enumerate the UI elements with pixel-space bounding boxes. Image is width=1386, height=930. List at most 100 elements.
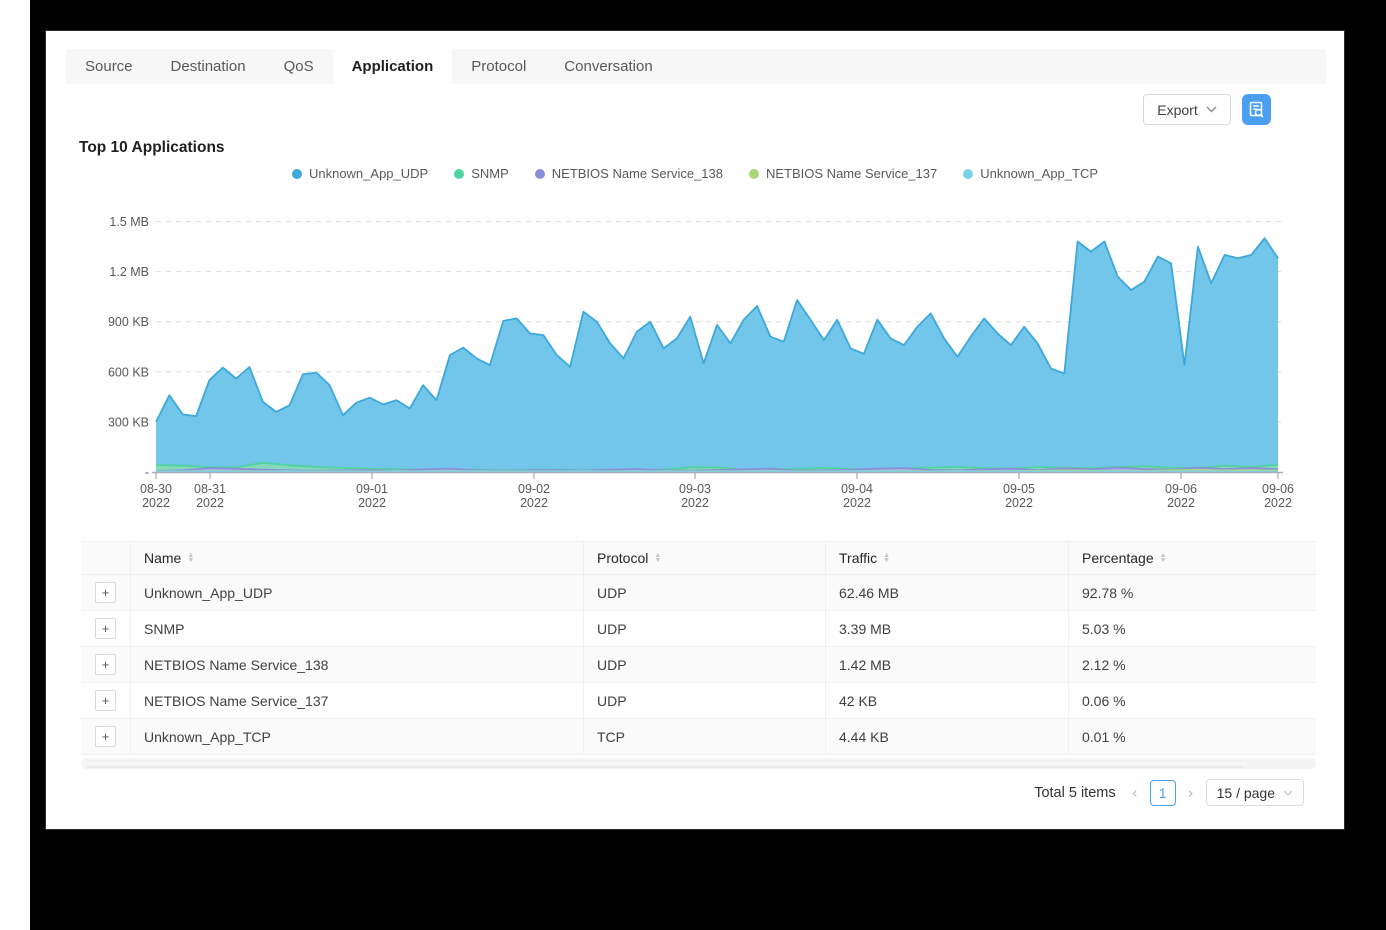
expand-row-button[interactable]: + bbox=[95, 654, 116, 675]
column-title: Name bbox=[144, 550, 181, 566]
svg-text:09-05: 09-05 bbox=[1003, 482, 1035, 496]
table-row: + SNMPUDP3.39 MB5.03 % bbox=[81, 611, 1316, 647]
legend-label: Unknown_App_TCP bbox=[980, 166, 1098, 181]
legend-dot-icon bbox=[749, 169, 759, 179]
tab-application[interactable]: Application bbox=[333, 49, 453, 84]
expand-row-button[interactable]: + bbox=[95, 726, 116, 747]
cell-name: NETBIOS Name Service_137 bbox=[131, 683, 584, 718]
svg-text:09-06: 09-06 bbox=[1262, 482, 1294, 496]
expand-cell: + bbox=[81, 575, 131, 610]
tab-qos[interactable]: QoS bbox=[265, 49, 333, 84]
svg-text:2022: 2022 bbox=[681, 496, 709, 510]
applications-table: Name▲▼Protocol▲▼Traffic▲▼Percentage▲▼ +U… bbox=[81, 541, 1316, 755]
svg-text:2022: 2022 bbox=[1167, 496, 1195, 510]
export-button[interactable]: Export bbox=[1143, 94, 1231, 125]
svg-text:2022: 2022 bbox=[142, 496, 170, 510]
legend-item[interactable]: SNMP bbox=[454, 166, 509, 181]
legend-label: SNMP bbox=[471, 166, 509, 181]
table-header-expand bbox=[81, 542, 131, 574]
sort-caret-icon[interactable]: ▲▼ bbox=[883, 553, 890, 563]
cell-protocol: UDP bbox=[584, 683, 826, 718]
cell-protocol: UDP bbox=[584, 611, 826, 646]
svg-text:09-06: 09-06 bbox=[1165, 482, 1197, 496]
page-background-strip bbox=[0, 0, 30, 930]
chevron-down-icon bbox=[1283, 790, 1293, 796]
cell-name: NETBIOS Name Service_138 bbox=[131, 647, 584, 682]
chart-canvas[interactable]: 1.5 MB1.2 MB900 KB600 KB300 KB-08-302022… bbox=[101, 201, 1316, 516]
legend-label: Unknown_App_UDP bbox=[309, 166, 428, 181]
expand-row-button[interactable]: + bbox=[95, 690, 116, 711]
cell-percentage: 92.78 % bbox=[1069, 575, 1316, 610]
page-size-label: 15 / page bbox=[1217, 785, 1275, 801]
svg-text:08-31: 08-31 bbox=[194, 482, 226, 496]
table-header-percentage[interactable]: Percentage ▲▼ bbox=[1069, 542, 1316, 574]
table-header-protocol[interactable]: Protocol▲▼ bbox=[584, 542, 826, 574]
expand-cell: + bbox=[81, 647, 131, 682]
cell-percentage: 5.03 % bbox=[1069, 611, 1316, 646]
cell-percentage: 0.06 % bbox=[1069, 683, 1316, 718]
svg-text:1.5 MB: 1.5 MB bbox=[109, 215, 149, 229]
svg-text:09-03: 09-03 bbox=[679, 482, 711, 496]
pagination-prev-icon[interactable]: ‹ bbox=[1130, 784, 1140, 802]
legend-label: NETBIOS Name Service_138 bbox=[552, 166, 723, 181]
expand-row-button[interactable]: + bbox=[95, 582, 116, 603]
legend-item[interactable]: Unknown_App_UDP bbox=[292, 166, 428, 181]
tab-source[interactable]: Source bbox=[66, 49, 152, 84]
svg-text:600 KB: 600 KB bbox=[108, 365, 149, 379]
svg-text:2022: 2022 bbox=[843, 496, 871, 510]
cell-protocol: TCP bbox=[584, 719, 826, 754]
svg-text:2022: 2022 bbox=[1005, 496, 1033, 510]
legend-dot-icon bbox=[535, 169, 545, 179]
pagination-total: Total 5 items bbox=[1034, 785, 1115, 801]
document-search-icon bbox=[1248, 101, 1265, 119]
report-search-button[interactable] bbox=[1242, 94, 1271, 125]
table-header-traffic[interactable]: Traffic▲▼ bbox=[826, 542, 1069, 574]
cell-name: SNMP bbox=[131, 611, 584, 646]
cell-name: Unknown_App_TCP bbox=[131, 719, 584, 754]
cell-traffic: 1.42 MB bbox=[826, 647, 1069, 682]
sort-caret-icon[interactable]: ▲▼ bbox=[654, 553, 661, 563]
sort-caret-icon[interactable]: ▲▼ bbox=[1160, 553, 1167, 563]
tab-conversation[interactable]: Conversation bbox=[545, 49, 671, 84]
column-title: Percentage bbox=[1082, 550, 1154, 566]
table-header-name[interactable]: Name ▲▼ bbox=[131, 542, 584, 574]
expand-row-button[interactable]: + bbox=[95, 618, 116, 639]
cell-protocol: UDP bbox=[584, 575, 826, 610]
cell-traffic: 42 KB bbox=[826, 683, 1069, 718]
legend-item[interactable]: NETBIOS Name Service_138 bbox=[535, 166, 723, 181]
legend-dot-icon bbox=[454, 169, 464, 179]
legend-dot-icon bbox=[292, 169, 302, 179]
horizontal-scrollbar-track[interactable] bbox=[81, 758, 1316, 769]
content-card: SourceDestinationQoSApplicationProtocolC… bbox=[45, 30, 1345, 830]
legend-item[interactable]: Unknown_App_TCP bbox=[963, 166, 1098, 181]
svg-text:09-04: 09-04 bbox=[841, 482, 873, 496]
table-row: +Unknown_App_TCPTCP4.44 KB0.01 % bbox=[81, 719, 1316, 755]
page-size-select[interactable]: 15 / page bbox=[1206, 779, 1304, 806]
svg-text:09-01: 09-01 bbox=[356, 482, 388, 496]
expand-cell: + bbox=[81, 719, 131, 754]
pagination-next-icon[interactable]: › bbox=[1186, 784, 1196, 802]
tab-destination[interactable]: Destination bbox=[152, 49, 265, 84]
svg-text:2022: 2022 bbox=[358, 496, 386, 510]
svg-text:2022: 2022 bbox=[196, 496, 224, 510]
horizontal-scrollbar-thumb[interactable] bbox=[85, 760, 1245, 768]
export-button-label: Export bbox=[1157, 102, 1197, 118]
table-header-row: Name▲▼Protocol▲▼Traffic▲▼Percentage▲▼ bbox=[81, 542, 1316, 575]
cell-traffic: 62.46 MB bbox=[826, 575, 1069, 610]
svg-text:900 KB: 900 KB bbox=[108, 315, 149, 329]
expand-cell: + bbox=[81, 683, 131, 718]
pagination-page-1[interactable]: 1 bbox=[1150, 780, 1176, 806]
tab-protocol[interactable]: Protocol bbox=[452, 49, 545, 84]
cell-percentage: 0.01 % bbox=[1069, 719, 1316, 754]
svg-text:2022: 2022 bbox=[1264, 496, 1292, 510]
sort-caret-icon[interactable]: ▲▼ bbox=[187, 553, 194, 563]
chart-legend: Unknown_App_UDP SNMP NETBIOS Name Service_… bbox=[46, 166, 1344, 181]
table-body: +Unknown_App_UDPUDP62.46 MB92.78 %+SNMPU… bbox=[81, 575, 1316, 755]
svg-text:09-02: 09-02 bbox=[518, 482, 550, 496]
svg-text:300 KB: 300 KB bbox=[108, 415, 149, 429]
table-row: +Unknown_App_UDPUDP62.46 MB92.78 % bbox=[81, 575, 1316, 611]
cell-traffic: 3.39 MB bbox=[826, 611, 1069, 646]
cell-protocol: UDP bbox=[584, 647, 826, 682]
cell-percentage: 2.12 % bbox=[1069, 647, 1316, 682]
legend-item[interactable]: NETBIOS Name Service_137 bbox=[749, 166, 937, 181]
